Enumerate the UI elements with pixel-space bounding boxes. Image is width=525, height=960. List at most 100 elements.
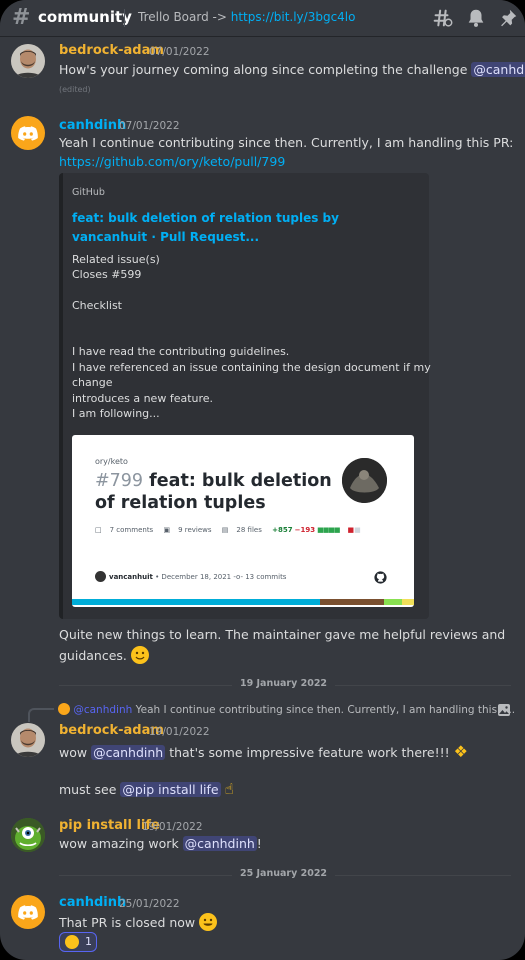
reaction-count: 1	[85, 935, 92, 948]
embed-desc-line: I have referenced an issue containing th…	[72, 361, 431, 374]
embed-desc-line: I have read the contributing guidelines.	[72, 345, 290, 358]
message-text: That PR is closed now	[59, 913, 218, 931]
avatar[interactable]	[11, 723, 45, 757]
reply-preview[interactable]: @canhdinh Yeah I continue contributing s…	[58, 703, 515, 716]
date-divider-label: 19 January 2022	[232, 678, 336, 689]
diffstat-gray: ■	[354, 526, 361, 534]
pr-link[interactable]: https://github.com/ory/keto/pull/799	[59, 154, 285, 169]
reaction-button[interactable]: 1	[59, 932, 97, 952]
channel-name: community	[38, 8, 132, 26]
pr-date: • December 18, 2021	[155, 573, 232, 581]
avatar[interactable]	[11, 116, 45, 150]
embed-desc-line: Closes #599	[72, 268, 142, 281]
mini-avatar	[95, 571, 106, 582]
message-timestamp: 07/01/2022	[119, 120, 180, 132]
discord-logo-icon	[18, 126, 38, 141]
message-text-part: that's some impressive feature work ther…	[165, 745, 450, 760]
message-author[interactable]: canhdinh	[59, 118, 126, 133]
embed-desc-line: Checklist	[72, 299, 122, 312]
diffstat-bar: ■■■■	[317, 526, 340, 534]
user-photo	[11, 723, 45, 757]
message-timestamp: 07/01/2022	[149, 46, 210, 58]
additions: +857	[272, 526, 293, 534]
pr-stats: □ 7 comments ▣ 9 reviews ▤ 28 files +857 −19…	[95, 526, 369, 534]
message-text: wow @canhdinh that's some impressive fea…	[59, 742, 468, 761]
embed-title[interactable]: feat: bulk deletion of relation tuples b…	[72, 209, 412, 247]
message-text-part: How's your journey coming along since co…	[59, 62, 472, 77]
message-text: How's your journey coming along since co…	[59, 62, 525, 77]
message-text: wow amazing work @canhdinh!	[59, 836, 262, 851]
grinning-emoji	[199, 913, 218, 931]
user-mention[interactable]: @pip install life	[120, 782, 221, 797]
message-text: must see @pip install life ☝	[59, 780, 234, 798]
user-mention[interactable]: @canhdinh	[471, 62, 525, 77]
message-author[interactable]: canhdinh	[59, 895, 126, 910]
monster-avatar-icon	[11, 818, 45, 852]
file-icon: ▤	[221, 526, 229, 534]
user-mention[interactable]: @canhdinh	[182, 836, 257, 851]
message-text-part: must see	[59, 782, 121, 797]
commits-count: 13 commits	[245, 573, 287, 581]
commit-icon: -o-	[233, 573, 243, 581]
message-text-part: guidances.	[59, 648, 127, 663]
edited-label: (edited)	[59, 85, 91, 94]
date-divider-label: 25 January 2022	[232, 868, 336, 879]
channel-header: # community Trello Board -> https://bit.…	[0, 0, 525, 36]
embed-desc-line: Related issue(s)	[72, 253, 160, 266]
topic-link[interactable]: https://bit.ly/3bgc4lo	[231, 10, 356, 24]
deletions: −193	[294, 526, 316, 534]
pr-author: vancanhuit	[109, 573, 153, 581]
message-text: Yeah I continue contributing since then.…	[59, 135, 514, 150]
topic-text: Trello Board ->	[138, 10, 231, 24]
avatar[interactable]	[11, 895, 45, 929]
pr-author-row: vancanhuit • December 18, 2021 -o- 13 co…	[95, 571, 286, 582]
embed-desc-line: I am following...	[72, 407, 160, 420]
user-mention[interactable]: @canhdinh	[91, 745, 166, 760]
github-icon	[374, 571, 387, 584]
message-text-part: wow	[59, 745, 92, 760]
pr-title: #799 feat: bulk deletion of relation tup…	[95, 470, 335, 514]
repo-name: ory/keto	[95, 457, 128, 466]
hugging-face-emoji	[65, 935, 79, 949]
comment-icon: □	[95, 526, 102, 534]
message-text: guidances.	[59, 646, 149, 664]
discord-logo-icon	[18, 905, 38, 920]
language-bar	[72, 599, 414, 605]
pin-icon[interactable]	[497, 7, 519, 29]
pr-number: #799	[95, 471, 144, 491]
clapping-hands-emoji: ❖	[453, 742, 468, 761]
embed-desc-line: introduces a new feature.	[72, 392, 214, 405]
reply-author[interactable]: @canhdinh	[73, 704, 132, 716]
avatar[interactable]	[11, 44, 45, 78]
reply-avatar-icon	[58, 703, 70, 715]
bell-icon[interactable]	[465, 7, 487, 29]
review-icon: ▣	[163, 526, 171, 534]
message-timestamp: 19/01/2022	[142, 821, 203, 833]
message-text: Quite new things to learn. The maintaine…	[59, 627, 506, 642]
message-text-part: That PR is closed now	[59, 915, 196, 930]
avatar[interactable]	[11, 818, 45, 852]
author-avatar	[342, 458, 387, 503]
image-icon[interactable]	[497, 703, 511, 717]
message-timestamp: 19/01/2022	[149, 726, 210, 738]
threads-icon[interactable]	[431, 7, 453, 29]
reviews-count: 9 reviews	[178, 526, 212, 534]
channel-topic: Trello Board -> https://bit.ly/3bgc4lo	[138, 10, 355, 24]
hash-icon: #	[12, 5, 31, 30]
message-text-part: !	[256, 836, 262, 851]
github-preview-card[interactable]: ory/keto #799 feat: bulk deletion of rel…	[72, 435, 414, 607]
reply-connector	[28, 708, 54, 722]
comments-count: 7 comments	[109, 526, 154, 534]
user-photo	[11, 44, 45, 78]
message-text-part: wow amazing work	[59, 836, 183, 851]
embed-provider[interactable]: GitHub	[72, 187, 105, 198]
header-divider	[124, 9, 125, 27]
message-list: bedrock-adam 07/01/2022 How's your journ…	[0, 36, 525, 960]
app-frame: # community Trello Board -> https://bit.…	[0, 0, 525, 960]
reply-text: Yeah I continue contributing since then.…	[135, 704, 516, 716]
embed-desc-line: change	[72, 376, 113, 389]
link-embed: GitHub feat: bulk deletion of relation t…	[59, 173, 431, 619]
slightly-smiling-emoji	[130, 646, 149, 664]
author-photo	[342, 458, 387, 503]
message-timestamp: 25/01/2022	[119, 898, 180, 910]
